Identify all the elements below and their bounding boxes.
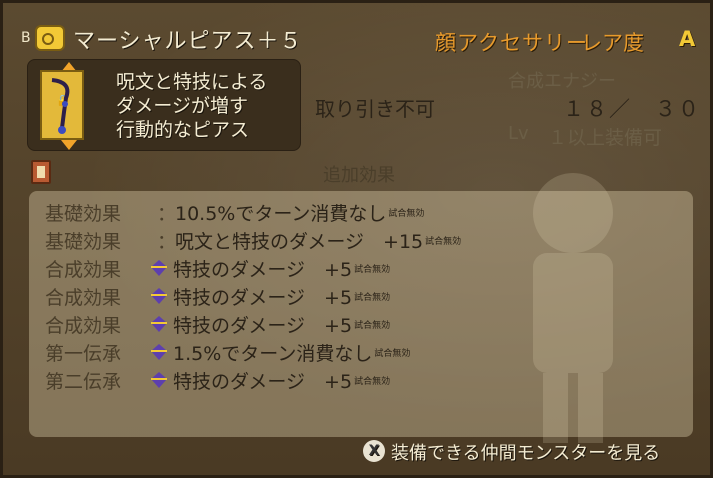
bag-indicator: B: [21, 30, 31, 46]
rarity-value: A: [679, 27, 696, 51]
effect-text: 1.5%でターン消費なし 試合無効: [173, 339, 411, 366]
earring-icon: [51, 78, 70, 134]
extra-effects-header: 追加効果: [323, 165, 395, 186]
effect-separator: ：: [157, 203, 177, 225]
synthesis-gem-icon: [151, 260, 167, 276]
effect-type: 合成効果: [45, 287, 122, 309]
effect-separator: ：: [157, 231, 177, 253]
effect-value: 特技のダメージ +5: [173, 259, 353, 281]
item-description: 呪文と特技による ダメージが増す 行動的なピアス: [116, 70, 267, 142]
pvp-disabled-badge: 試合無効: [425, 237, 462, 247]
effect-text: 特技のダメージ +5 試合無効: [173, 367, 391, 394]
effect-type: 合成効果: [45, 259, 122, 281]
pvp-disabled-badge: 試合無効: [374, 349, 411, 359]
effect-text: 特技のダメージ +5 試合無効: [173, 283, 391, 310]
effect-type: 第一伝承: [45, 343, 122, 365]
level-requirement: １以上装備可: [548, 127, 663, 149]
x-button-icon[interactable]: X: [363, 440, 385, 462]
synthesis-gem-icon: [151, 344, 167, 360]
item-detail-window: B マーシャルピアス＋５ 顔アクセサリー レア度 A 🔒 呪文と特技による ダメ…: [0, 0, 713, 478]
description-line: ダメージが増す: [116, 95, 249, 117]
synthesis-gem-icon: [151, 288, 167, 304]
effect-text: 特技のダメージ +5 試合無効: [173, 255, 391, 282]
arrow-down-icon[interactable]: [61, 140, 77, 150]
key-item-icon: [35, 25, 65, 51]
effect-value: 10.5%でターン消費なし: [175, 203, 387, 225]
effect-type: 基礎効果: [45, 231, 122, 253]
view-monsters-label: 装備できる仲間モンスターを見る: [391, 443, 661, 464]
effect-type: 合成効果: [45, 315, 122, 337]
equipment-slot: 顔アクセサリー: [435, 31, 588, 55]
effect-value: 特技のダメージ +5: [173, 287, 353, 309]
pvp-disabled-badge: 試合無効: [354, 321, 391, 331]
effect-type: 第二伝承: [45, 371, 122, 393]
trade-status: 取り引き不可: [315, 97, 435, 121]
item-portrait: 🔒: [40, 70, 84, 140]
pvp-disabled-badge: 試合無効: [354, 293, 391, 303]
level-label: Lv: [508, 123, 529, 144]
effects-list: 基礎効果 ： 10.5%でターン消費なし 試合無効 基礎効果 ： 呪文と特技のダメ…: [29, 191, 693, 437]
pvp-disabled-badge: 試合無効: [388, 209, 425, 219]
description-line: 行動的なピアス: [116, 119, 250, 141]
item-title-row: B マーシャルピアス＋５ 顔アクセサリー レア度 A: [21, 25, 701, 55]
effect-value: 特技のダメージ +5: [173, 371, 353, 393]
effect-type: 基礎効果: [45, 203, 122, 225]
effect-text: 呪文と特技のダメージ +15 試合無効: [175, 227, 462, 254]
synthesis-gem-icon: [151, 372, 167, 388]
pvp-disabled-badge: 試合無効: [354, 265, 391, 275]
effect-value: 特技のダメージ +5: [173, 315, 353, 337]
effect-text: 10.5%でターン消費なし 試合無効: [175, 199, 425, 226]
effect-text: 特技のダメージ +5 試合無効: [173, 311, 391, 338]
item-name: マーシャルピアス＋５: [73, 29, 303, 54]
effect-value: 呪文と特技のダメージ +15: [175, 231, 424, 253]
synthesis-gem-icon: [151, 316, 167, 332]
book-icon[interactable]: [31, 160, 51, 184]
pvp-disabled-badge: 試合無効: [354, 377, 391, 387]
description-panel: 🔒 呪文と特技による ダメージが増す 行動的なピアス: [27, 59, 301, 151]
synth-energy-label: 合成エナジー: [508, 71, 616, 92]
rarity-label: レア度: [581, 31, 644, 55]
synth-energy-value: １８／ ３０: [563, 97, 701, 121]
effect-value: 1.5%でターン消費なし: [173, 343, 373, 365]
description-line: 呪文と特技による: [116, 71, 268, 93]
